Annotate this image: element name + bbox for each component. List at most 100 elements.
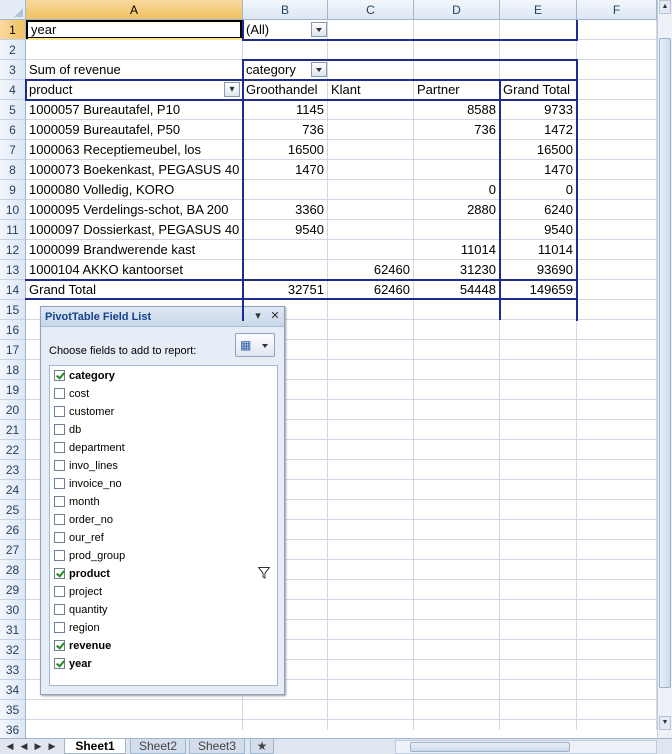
field-checkbox[interactable] [54, 586, 65, 597]
sheet-tab-sheet1[interactable]: Sheet1 [64, 739, 126, 754]
close-icon[interactable]: ✕ [268, 309, 282, 323]
pivot-value-cell[interactable] [328, 140, 413, 159]
pivot-value-cell[interactable] [328, 220, 413, 239]
scroll-down-icon[interactable]: ▼ [659, 716, 671, 730]
pivot-value-cell[interactable]: 93690 [500, 260, 576, 279]
filter-dropdown-icon[interactable] [311, 22, 327, 37]
pivot-value-cell[interactable] [243, 180, 327, 199]
field-checkbox[interactable] [54, 622, 65, 633]
row-field-filter-icon[interactable]: ▾ [224, 82, 240, 97]
field-checkbox[interactable] [54, 658, 65, 669]
field-item-month[interactable]: month [54, 493, 274, 511]
column-header-e[interactable]: E [500, 0, 577, 20]
row-header-34[interactable]: 34 [0, 680, 26, 700]
row-header-31[interactable]: 31 [0, 620, 26, 640]
pivot-value-cell[interactable]: 2880 [414, 200, 499, 219]
pivot-value-cell[interactable] [328, 100, 413, 119]
pivot-row-label[interactable]: 1000104 AKKO kantoorset [26, 260, 242, 279]
field-checkbox[interactable] [54, 424, 65, 435]
horizontal-scroll-thumb[interactable] [410, 742, 570, 752]
row-header-28[interactable]: 28 [0, 560, 26, 580]
row-header-30[interactable]: 30 [0, 600, 26, 620]
grand-total-label[interactable]: Grand Total [26, 280, 242, 299]
row-header-15[interactable]: 15 [0, 300, 26, 320]
values-field-label[interactable]: Sum of revenue [26, 60, 242, 79]
row-header-12[interactable]: 12 [0, 240, 26, 260]
pivot-value-cell[interactable] [243, 260, 327, 279]
field-checkbox[interactable] [54, 640, 65, 651]
pivot-value-cell[interactable]: 6240 [500, 200, 576, 219]
field-item-invo-lines[interactable]: invo_lines [54, 457, 274, 475]
panel-menu-icon[interactable]: ▾ [251, 309, 265, 323]
pivot-value-cell[interactable]: 3360 [243, 200, 327, 219]
pivot-value-cell[interactable] [328, 120, 413, 139]
row-header-4[interactable]: 4 [0, 80, 26, 100]
row-header-7[interactable]: 7 [0, 140, 26, 160]
field-item-customer[interactable]: customer [54, 403, 274, 421]
row-header-10[interactable]: 10 [0, 200, 26, 220]
row-header-23[interactable]: 23 [0, 460, 26, 480]
field-item-year[interactable]: year [54, 655, 274, 673]
column-header-b[interactable]: B [243, 0, 328, 20]
row-header-14[interactable]: 14 [0, 280, 26, 300]
field-item-cost[interactable]: cost [54, 385, 274, 403]
field-checkbox[interactable] [54, 460, 65, 471]
column-header-c[interactable]: C [328, 0, 414, 20]
pivot-value-cell[interactable]: 8588 [414, 100, 499, 119]
pivot-value-cell[interactable]: 1145 [243, 100, 327, 119]
row-header-35[interactable]: 35 [0, 700, 26, 720]
vertical-scroll-thumb[interactable] [659, 38, 671, 688]
pivot-value-cell[interactable] [414, 160, 499, 179]
row-header-20[interactable]: 20 [0, 400, 26, 420]
grand-total-cell[interactable]: 54448 [414, 280, 499, 299]
pivot-value-cell[interactable]: 1470 [243, 160, 327, 179]
row-header-19[interactable]: 19 [0, 380, 26, 400]
row-header-36[interactable]: 36 [0, 720, 26, 740]
row-header-3[interactable]: 3 [0, 60, 26, 80]
pivot-value-cell[interactable] [243, 240, 327, 259]
field-checkbox[interactable] [54, 370, 65, 381]
column-header-d[interactable]: D [414, 0, 500, 20]
row-header-24[interactable]: 24 [0, 480, 26, 500]
pivot-value-cell[interactable]: 9540 [243, 220, 327, 239]
field-item-db[interactable]: db [54, 421, 274, 439]
field-checkbox[interactable] [54, 406, 65, 417]
field-item-project[interactable]: project [54, 583, 274, 601]
column-header-f[interactable]: F [577, 0, 657, 20]
grand-total-cell[interactable]: 149659 [500, 280, 576, 299]
pivot-value-cell[interactable]: 0 [414, 180, 499, 199]
pivot-value-cell[interactable] [328, 160, 413, 179]
pivot-column-header[interactable]: Partner [414, 80, 499, 99]
first-sheet-icon[interactable]: ◀ [4, 740, 16, 753]
pivot-row-label[interactable]: 1000057 Bureautafel, P10 [26, 100, 242, 119]
row-field-label[interactable]: product [26, 80, 242, 99]
row-header-17[interactable]: 17 [0, 340, 26, 360]
pivot-row-label[interactable]: 1000095 Verdelings-schot, BA 200 [26, 200, 242, 219]
field-item-invoice-no[interactable]: invoice_no [54, 475, 274, 493]
pivot-value-cell[interactable]: 736 [243, 120, 327, 139]
pivot-row-label[interactable]: 1000099 Brandwerende kast [26, 240, 242, 259]
pivot-value-cell[interactable]: 1470 [500, 160, 576, 179]
row-header-5[interactable]: 5 [0, 100, 26, 120]
row-header-11[interactable]: 11 [0, 220, 26, 240]
row-header-6[interactable]: 6 [0, 120, 26, 140]
filter-field-label[interactable]: year [26, 20, 242, 39]
field-layout-button[interactable]: ▦ [235, 333, 275, 357]
row-header-33[interactable]: 33 [0, 660, 26, 680]
scroll-up-icon[interactable]: ▲ [659, 0, 671, 14]
vertical-scrollbar[interactable]: ▲ ▼ [657, 0, 672, 738]
row-header-32[interactable]: 32 [0, 640, 26, 660]
pivot-value-cell[interactable] [328, 240, 413, 259]
pivot-row-label[interactable]: 1000097 Dossierkast, PEGASUS 40 [26, 220, 242, 239]
pivot-row-label[interactable]: 1000059 Bureautafel, P50 [26, 120, 242, 139]
field-item-order-no[interactable]: order_no [54, 511, 274, 529]
row-header-26[interactable]: 26 [0, 520, 26, 540]
field-item-department[interactable]: department [54, 439, 274, 457]
column-header-a[interactable]: A [26, 0, 243, 20]
pivot-value-cell[interactable]: 16500 [243, 140, 327, 159]
field-item-revenue[interactable]: revenue [54, 637, 274, 655]
row-header-2[interactable]: 2 [0, 40, 26, 60]
pivot-value-cell[interactable]: 11014 [414, 240, 499, 259]
row-header-16[interactable]: 16 [0, 320, 26, 340]
row-header-29[interactable]: 29 [0, 580, 26, 600]
